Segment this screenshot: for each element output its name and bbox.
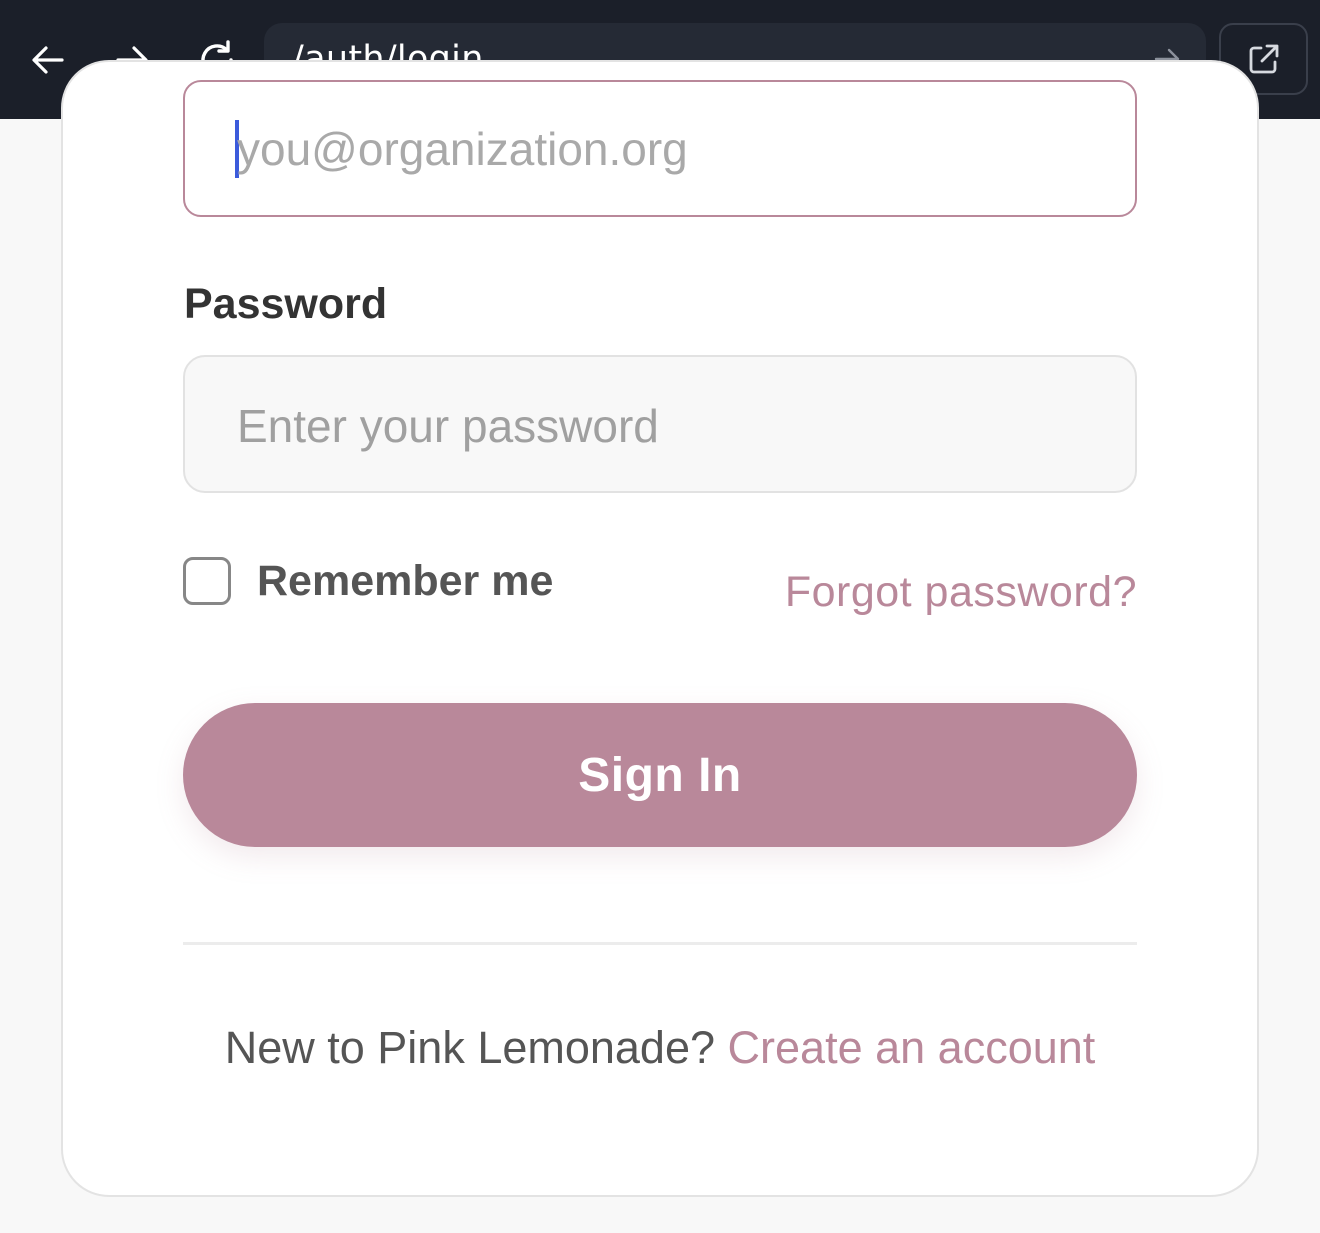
create-account-link[interactable]: Create an account xyxy=(728,1022,1096,1073)
password-field[interactable]: Enter your password xyxy=(183,355,1137,493)
signup-prompt: New to Pink Lemonade? xyxy=(224,1022,716,1073)
email-field[interactable]: you@organization.org xyxy=(183,80,1137,217)
remember-me-label[interactable]: Remember me xyxy=(257,556,553,606)
arrow-left-icon xyxy=(32,46,64,74)
email-placeholder: you@organization.org xyxy=(237,123,688,175)
signup-prompt-row: New to Pink Lemonade? Create an account xyxy=(0,1020,1320,1076)
external-link-icon xyxy=(1249,44,1278,74)
password-placeholder: Enter your password xyxy=(237,400,659,452)
remember-me-checkbox[interactable] xyxy=(183,557,231,605)
sign-in-button[interactable]: Sign In xyxy=(183,703,1137,847)
divider xyxy=(183,942,1137,945)
password-label: Password xyxy=(184,280,388,328)
forgot-password-link[interactable]: Forgot password? xyxy=(785,566,1137,618)
